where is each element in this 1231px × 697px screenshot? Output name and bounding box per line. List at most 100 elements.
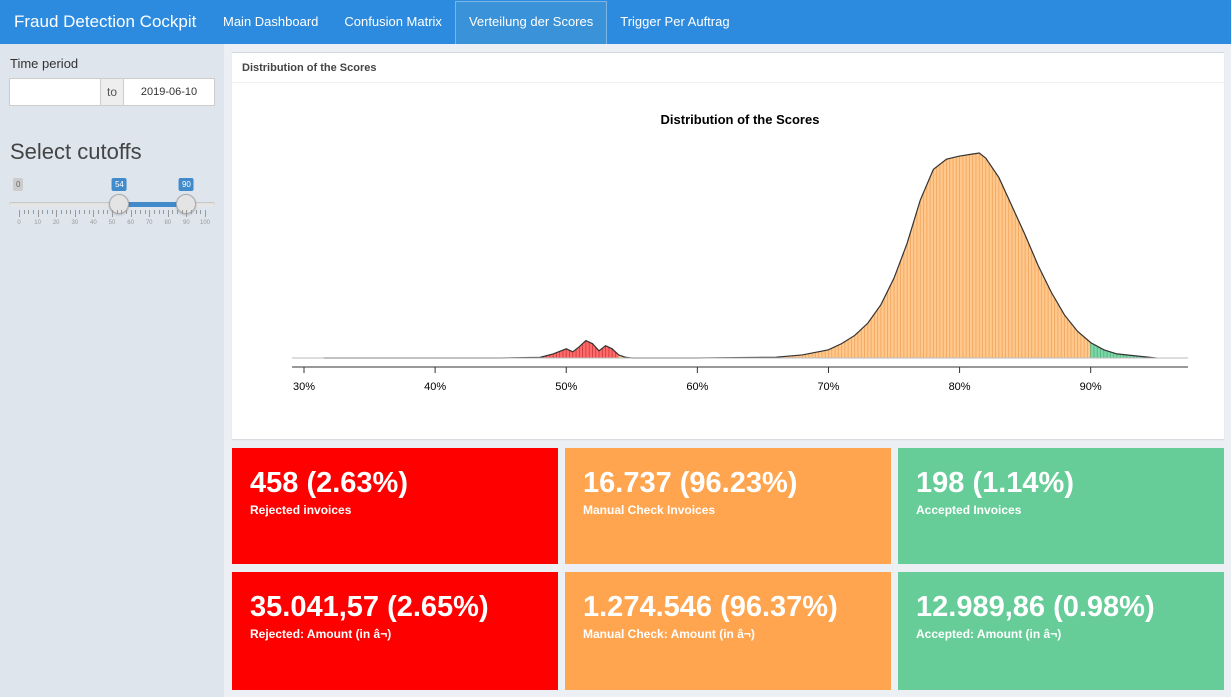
date-start-input[interactable] [9,78,101,106]
date-end-input[interactable] [123,78,215,106]
rejected-invoices-label: Rejected invoices [250,503,352,517]
slider-tick [205,210,206,217]
slider-tick [121,210,123,214]
slider-tick [93,210,95,217]
slider-tick [32,210,34,214]
x-axis-tick-label: 40% [424,381,446,393]
rejected-amount-label: Rejected: Amount (in â¬) [250,627,392,641]
slider-tick [60,210,62,214]
cutoff-range-slider[interactable]: 0 54 90 0 10 20 30 40 50 60 70 80 90 100 [9,178,215,228]
x-axis-tick-label: 60% [686,381,708,393]
accepted-amount-label: Accepted: Amount (in â¬) [916,627,1062,641]
x-axis-tick-label: 80% [949,381,971,393]
x-axis-tick-label: 90% [1080,381,1102,393]
slider-tick [107,210,109,214]
sidebar: Time period to Select cutoffs 0 54 90 0 1… [0,44,224,697]
slider-tick [139,210,141,214]
slider-tick [46,210,48,214]
x-axis-tick-label: 70% [817,381,839,393]
slider-tick [153,210,155,214]
score-distribution-chart: Distribution of the Scores 30% 40% 50% 60% 7… [292,112,1188,393]
slider-tick-label: 60 [127,220,134,226]
app-title: Fraud Detection Cockpit [14,12,197,31]
tab-trigger-per-auftrag[interactable]: Trigger Per Auftrag [607,1,742,44]
accepted-invoices-label: Accepted Invoices [916,503,1022,517]
accepted-amount-box: 12.989,86 (0.98%) Accepted: Amount (in â… [898,572,1224,690]
manual-check-amount-value: 1.274.546 (96.37%) [583,591,838,623]
slider-tick [28,210,30,214]
slider-tick-label: 70 [145,220,153,226]
manual-check-invoices-box: 16.737 (96.23%) Manual Check Invoices [565,448,891,564]
slider-tick-label: 40 [90,220,97,226]
slider-tick-label: 20 [52,220,60,226]
slider-tick [51,210,53,214]
slider-tick [102,210,104,214]
x-axis-tick-label: 30% [293,381,315,393]
slider-tick-label: 90 [183,220,190,226]
slider-tick [181,210,183,214]
manual-check-area [618,153,1091,358]
slider-tick [130,210,132,217]
slider-tick [191,210,193,214]
slider-low-badge: 54 [111,178,127,191]
slider-tick [163,210,165,214]
slider-tick [125,210,127,214]
rejected-invoices-box: 458 (2.63%) Rejected invoices [232,448,558,564]
navbar: Fraud Detection Cockpit Main Dashboard C… [0,0,1231,44]
tab-confusion-matrix[interactable]: Confusion Matrix [331,1,455,44]
manual-check-invoices-value: 16.737 (96.23%) [583,467,798,499]
nav-tabs: Main Dashboard Confusion Matrix Verteilu… [210,0,743,44]
slider-tick-label: 50 [108,220,116,226]
slider-tick [172,210,174,214]
slider-tick [158,210,160,214]
slider-min-badge: 0 [13,178,24,191]
rejected-amount-box: 35.041,57 (2.65%) Rejected: Amount (in â… [232,572,558,690]
slider-tick-label: 10 [34,220,41,226]
slider-tick [112,210,113,217]
manual-check-invoices-label: Manual Check Invoices [583,503,716,517]
box-title: Distribution of the Scores [232,53,1224,83]
slider-tick [37,210,39,217]
rejected-amount-value: 35.041,57 (2.65%) [250,591,489,623]
slider-tick [70,210,72,214]
rejected-invoices-value: 458 (2.63%) [250,467,408,499]
date-range: to [9,78,215,106]
tab-main-dashboard[interactable]: Main Dashboard [210,1,331,44]
select-cutoffs-label: Select cutoffs [10,139,142,164]
slider-tick [144,210,146,214]
slider-ticks [9,210,215,218]
slider-tick [56,210,58,217]
manual-check-amount-label: Manual Check: Amount (in â¬) [583,627,755,641]
chart-title: Distribution of the Scores [661,112,820,127]
slider-tick [135,210,137,214]
accepted-invoices-box: 198 (1.14%) Accepted Invoices [898,448,1224,564]
tab-verteilung-der-scores[interactable]: Verteilung der Scores [454,1,608,44]
accepted-invoices-value: 198 (1.14%) [916,467,1074,499]
slider-tick [177,210,179,214]
accepted-amount-value: 12.989,86 (0.98%) [916,591,1155,623]
slider-tick [19,210,20,217]
plot-area: Distribution of the Scores 30% 40% 50% 60% 7… [232,83,1224,440]
date-separator: to [101,78,123,106]
slider-tick [84,210,86,214]
slider-tick [186,210,188,217]
slider-tick [42,210,44,214]
slider-tick [98,210,100,214]
slider-tick [167,210,169,217]
score-distribution-box: Distribution of the Scores Distribution … [232,52,1224,439]
time-period-label: Time period [10,56,79,71]
slider-tick [195,210,197,214]
rejected-area [323,340,619,358]
slider-tick [200,210,202,214]
slider-tick [88,210,90,214]
slider-high-badge: 90 [178,178,194,191]
slider-tick-label: 30 [71,220,79,226]
slider-tick [74,210,76,217]
slider-tick-label: 80 [164,220,172,226]
slider-tick [116,210,118,214]
slider-tick [65,210,67,214]
manual-check-amount-box: 1.274.546 (96.37%) Manual Check: Amount … [565,572,891,690]
slider-tick-label: 100 [199,220,211,226]
slider-tick [23,210,25,214]
slider-tick [149,210,151,217]
